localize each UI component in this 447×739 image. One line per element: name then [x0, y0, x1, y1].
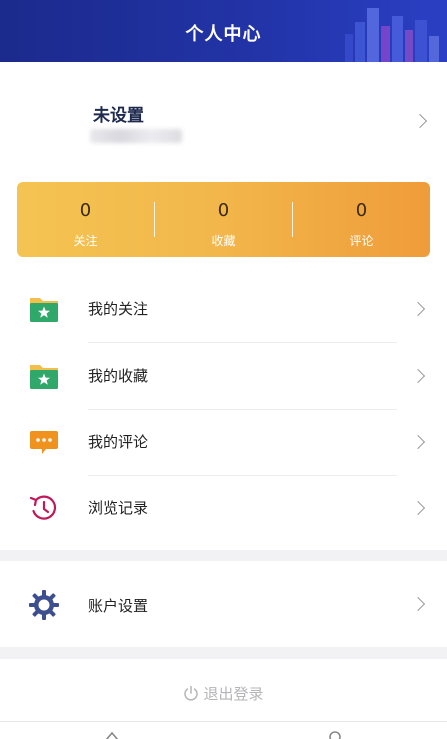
- stat-comment-value: 0: [355, 200, 368, 221]
- home-icon[interactable]: [104, 730, 120, 739]
- stat-favorite[interactable]: 0 收藏: [155, 182, 292, 257]
- stat-follow-label: 关注: [73, 234, 98, 248]
- chevron-right-icon: [410, 368, 426, 384]
- menu-item-my-comments[interactable]: 我的评论: [0, 409, 447, 475]
- folder-star-icon: [30, 365, 58, 389]
- menu-list: 我的关注 我的收藏 我的评论 浏览记录: [0, 270, 447, 550]
- menu-item-my-favorites[interactable]: 我的收藏: [0, 343, 447, 409]
- logout-section: 退出登录: [0, 659, 447, 721]
- chevron-right-icon: [410, 596, 426, 612]
- gear-icon: [29, 590, 59, 620]
- chevron-right-icon: [410, 500, 426, 516]
- menu-item-label: 浏览记录: [88, 499, 149, 517]
- profile-card[interactable]: 未设置: [0, 62, 447, 182]
- stats-card: 0 关注 0 收藏 0 评论: [17, 182, 430, 257]
- menu-item-history[interactable]: 浏览记录: [0, 475, 447, 541]
- stat-follow[interactable]: 0 关注: [17, 182, 154, 257]
- stat-favorite-value: 0: [217, 200, 230, 221]
- chevron-right-icon: [410, 301, 426, 317]
- user-icon[interactable]: [327, 730, 343, 739]
- profile-phone-blurred: [90, 129, 182, 143]
- chevron-right-icon: [412, 113, 428, 129]
- logout-label: 退出登录: [203, 685, 264, 703]
- logout-button[interactable]: 退出登录: [0, 683, 447, 704]
- account-settings-label: 账户设置: [88, 597, 149, 615]
- chevron-right-icon: [410, 434, 426, 450]
- folder-star-icon: [30, 298, 58, 322]
- account-settings-item[interactable]: 账户设置: [0, 561, 447, 647]
- stat-comment[interactable]: 0 评论: [293, 182, 430, 257]
- bottom-tab-bar: [0, 721, 447, 739]
- menu-item-my-follows[interactable]: 我的关注: [0, 276, 447, 342]
- menu-item-label: 我的评论: [88, 433, 149, 451]
- stat-comment-label: 评论: [349, 234, 374, 248]
- stat-favorite-label: 收藏: [211, 234, 236, 248]
- city-skyline-decoration: [345, 8, 439, 62]
- chat-bubble-icon: [30, 431, 58, 454]
- history-clock-icon: [29, 495, 57, 520]
- stat-follow-value: 0: [79, 200, 92, 221]
- menu-item-label: 我的关注: [88, 300, 149, 318]
- menu-item-label: 我的收藏: [88, 367, 149, 385]
- power-icon: [184, 685, 199, 701]
- app-header: 个人中心: [0, 0, 447, 62]
- profile-name: 未设置: [93, 106, 144, 126]
